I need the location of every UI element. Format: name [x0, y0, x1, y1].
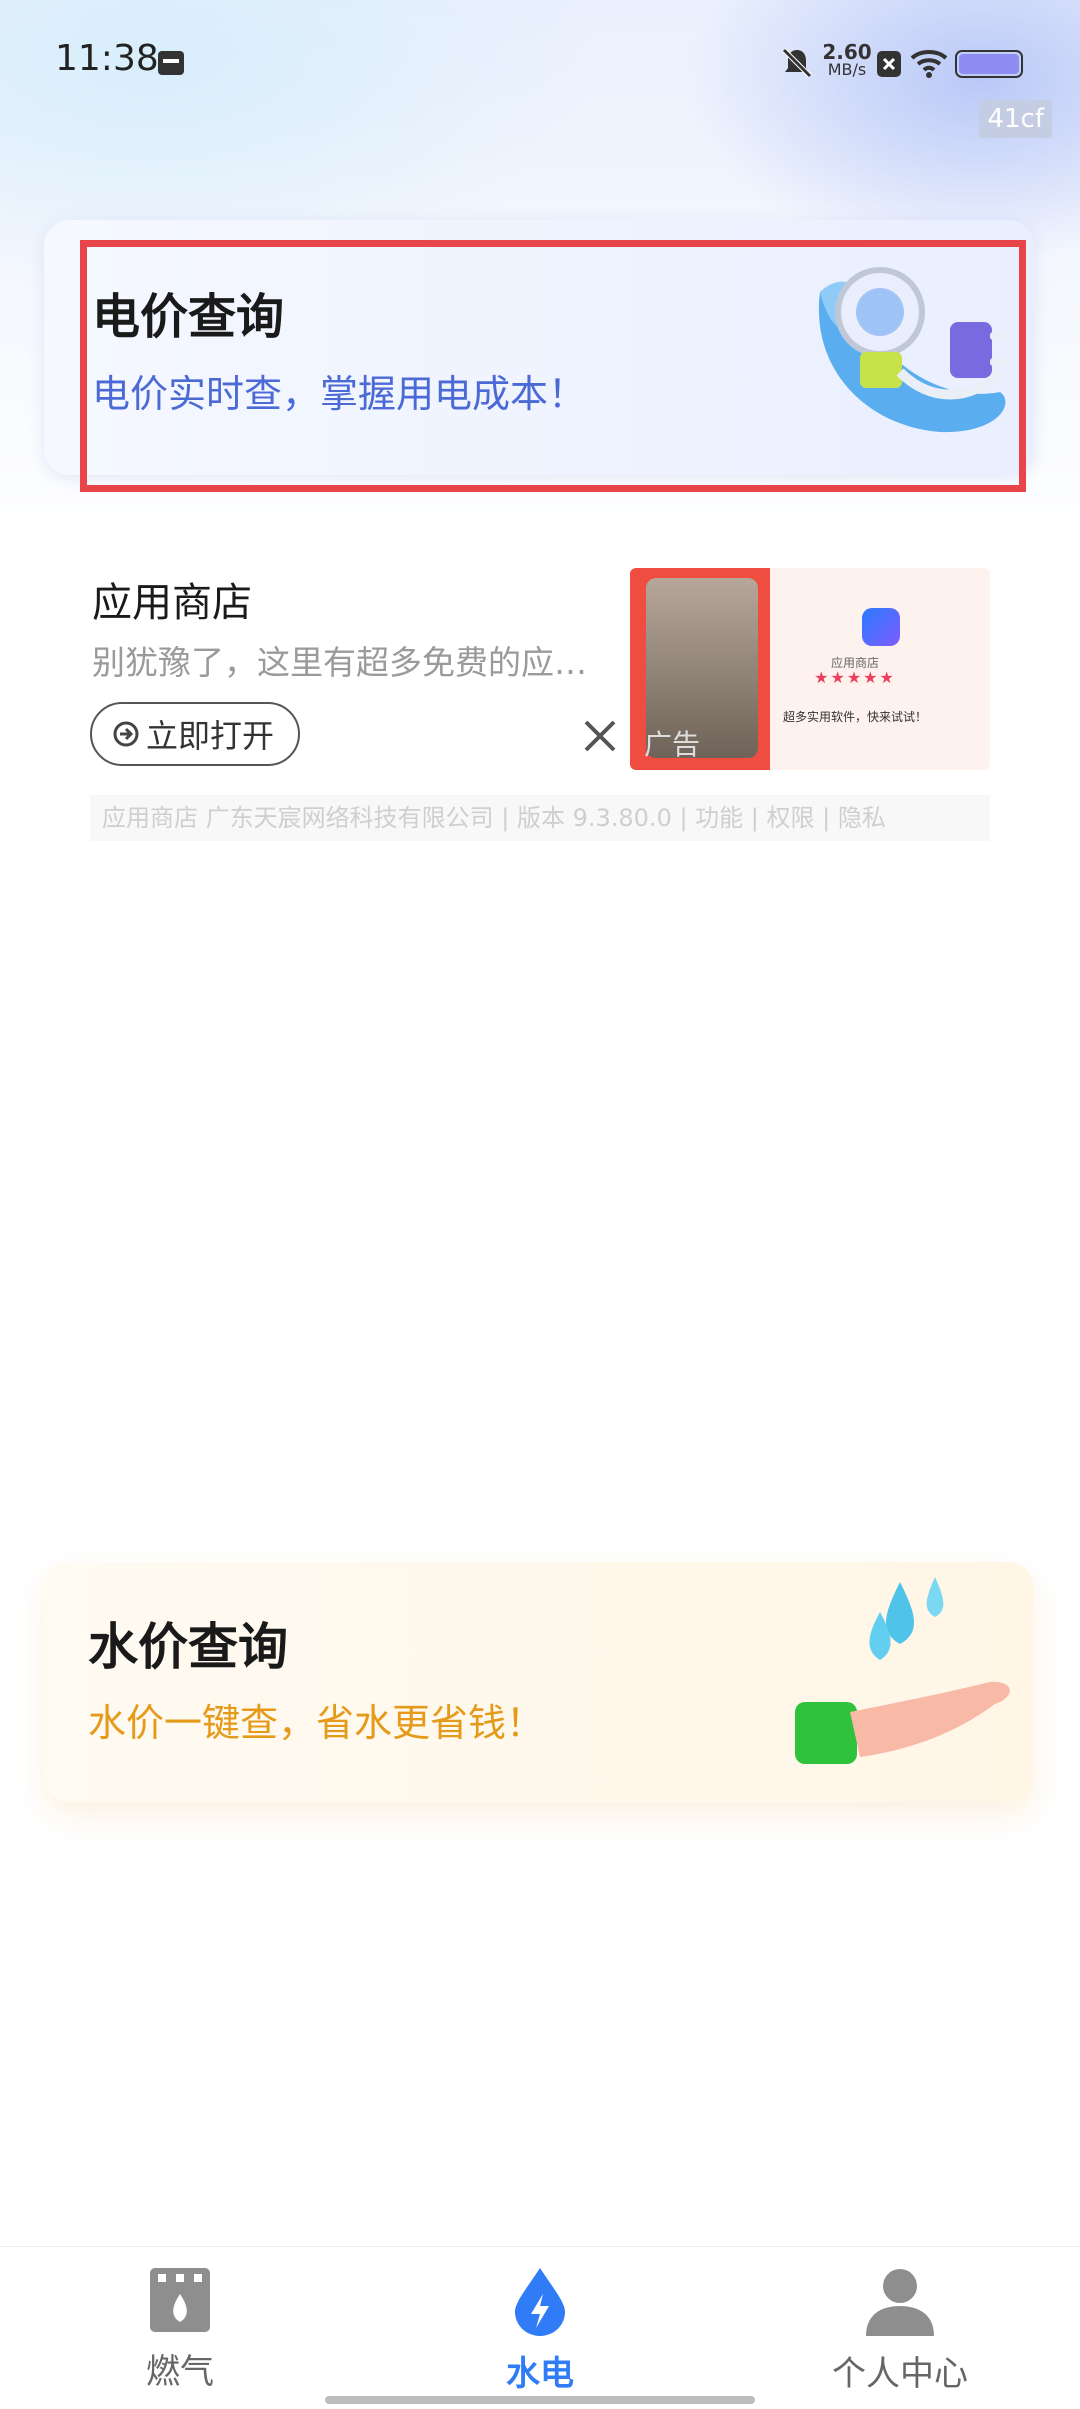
ad-image[interactable]: 广告 应用商店 ★★★★★ 超多实用软件，快来试试！	[630, 568, 990, 770]
network-speed-unit: MB/s	[827, 60, 867, 79]
battery-icon	[955, 50, 1023, 78]
app-notification-icon	[877, 51, 901, 77]
ad-image-slogan: 超多实用软件，快来试试！	[782, 710, 927, 724]
close-ad-icon[interactable]	[578, 714, 622, 758]
water-hand-illustration-icon	[795, 1577, 1010, 1764]
user-icon	[866, 2269, 934, 2336]
ad-footer: 应用商店 广东天宸网络科技有限公司 | 版本 9.3.80.0 | 功能 | 权…	[90, 795, 990, 841]
home-indicator[interactable]	[325, 2396, 755, 2404]
tab-gas-label: 燃气	[146, 2352, 214, 2392]
wifi-icon	[910, 50, 948, 78]
build-tag: 41cf	[979, 100, 1052, 138]
calendar-notification-icon	[158, 51, 184, 75]
water-card-subtitle: 水价一键查，省水更省钱！	[88, 1701, 545, 1745]
network-speed: 2.60 MB/s	[822, 42, 872, 78]
tab-gas[interactable]: 燃气	[80, 2266, 280, 2393]
open-arrow-icon	[113, 721, 139, 747]
tab-water-electric[interactable]: 水电	[440, 2266, 640, 2395]
electric-plug-illustration-icon	[818, 267, 1012, 433]
ad-app-name: 应用商店	[92, 580, 252, 626]
water-electric-icon	[515, 2268, 565, 2336]
gas-stove-icon	[150, 2268, 210, 2332]
tab-profile[interactable]: 个人中心	[800, 2266, 1000, 2395]
tab-profile-label: 个人中心	[832, 2354, 968, 2394]
mute-bell-icon	[782, 48, 812, 78]
status-time: 11:38	[55, 38, 159, 79]
ad-image-stars: ★★★★★	[814, 668, 896, 687]
ad-tag: 广告	[644, 728, 701, 761]
open-now-button[interactable]: 立即打开	[90, 702, 300, 766]
network-speed-value: 2.60	[822, 40, 872, 64]
open-now-label: 立即打开	[146, 717, 275, 755]
tab-water-electric-label: 水电	[506, 2354, 574, 2394]
electricity-card-title: 电价查询	[92, 289, 285, 345]
ad-description: 别犹豫了，这里有超多免费的应…	[92, 643, 587, 682]
app-store-logo-icon	[862, 608, 900, 646]
electricity-card-subtitle: 电价实时查，掌握用电成本！	[92, 372, 587, 416]
status-bar: 11:38 2.60 MB/s 41cf	[0, 0, 1080, 138]
water-card-title: 水价查询	[88, 1618, 288, 1676]
